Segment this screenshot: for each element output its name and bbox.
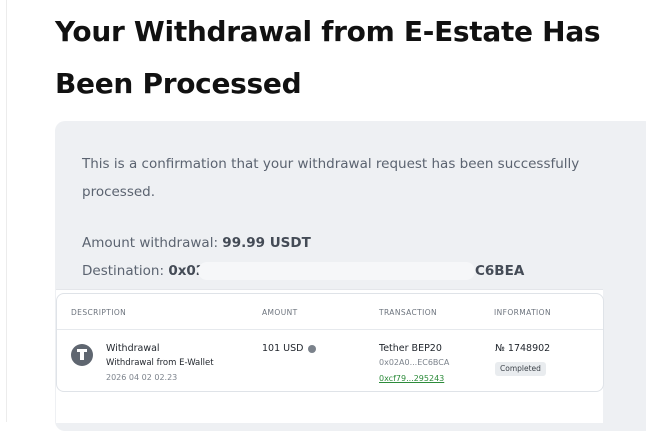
- confirmation-text: This is a confirmation that your withdra…: [82, 156, 580, 200]
- row-tx-address: 0x02A0...EC6BCA: [379, 358, 450, 367]
- amount-line: Amount withdrawal: 99.99 USDT: [82, 231, 311, 255]
- transaction-table: DESCRIPTION AMOUNT TRANSACTION INFORMATI…: [56, 293, 604, 392]
- info-icon[interactable]: [308, 345, 316, 353]
- destination-label: Destination:: [82, 263, 165, 279]
- header-description: DESCRIPTION: [71, 308, 127, 317]
- tx-hash-link[interactable]: 0xcf79...295243: [379, 374, 444, 383]
- row-subtitle: Withdrawal from E-Wallet: [106, 358, 214, 368]
- destination-suffix: C6BEA: [475, 263, 525, 279]
- row-amount: 101 USD: [262, 343, 304, 354]
- redaction-mask: [198, 262, 475, 280]
- row-info-number: № 1748902: [495, 343, 551, 354]
- header-information: INFORMATION: [494, 308, 551, 317]
- wallet-icon: [71, 344, 93, 366]
- header-divider: [57, 329, 603, 330]
- row-datetime: 2026 04 02 02.23: [106, 373, 178, 382]
- header-transaction: TRANSACTION: [379, 308, 438, 317]
- row-tx-network: Tether BEP20: [379, 343, 442, 354]
- email-title: Your Withdrawal from E-Estate Has Been P…: [55, 15, 601, 100]
- page-left-border: [6, 0, 7, 422]
- destination-line: Destination: 0x02A: [82, 259, 216, 283]
- row-tx-hash-wrap: 0xcf79...295243: [379, 373, 444, 384]
- amount-value: 99.99 USDT: [222, 235, 311, 251]
- transaction-screenshot: DESCRIPTION AMOUNT TRANSACTION INFORMATI…: [56, 289, 604, 423]
- status-badge: Completed: [495, 362, 546, 376]
- header-amount: AMOUNT: [262, 308, 298, 317]
- amount-label: Amount withdrawal:: [82, 235, 218, 251]
- row-title: Withdrawal: [106, 343, 160, 354]
